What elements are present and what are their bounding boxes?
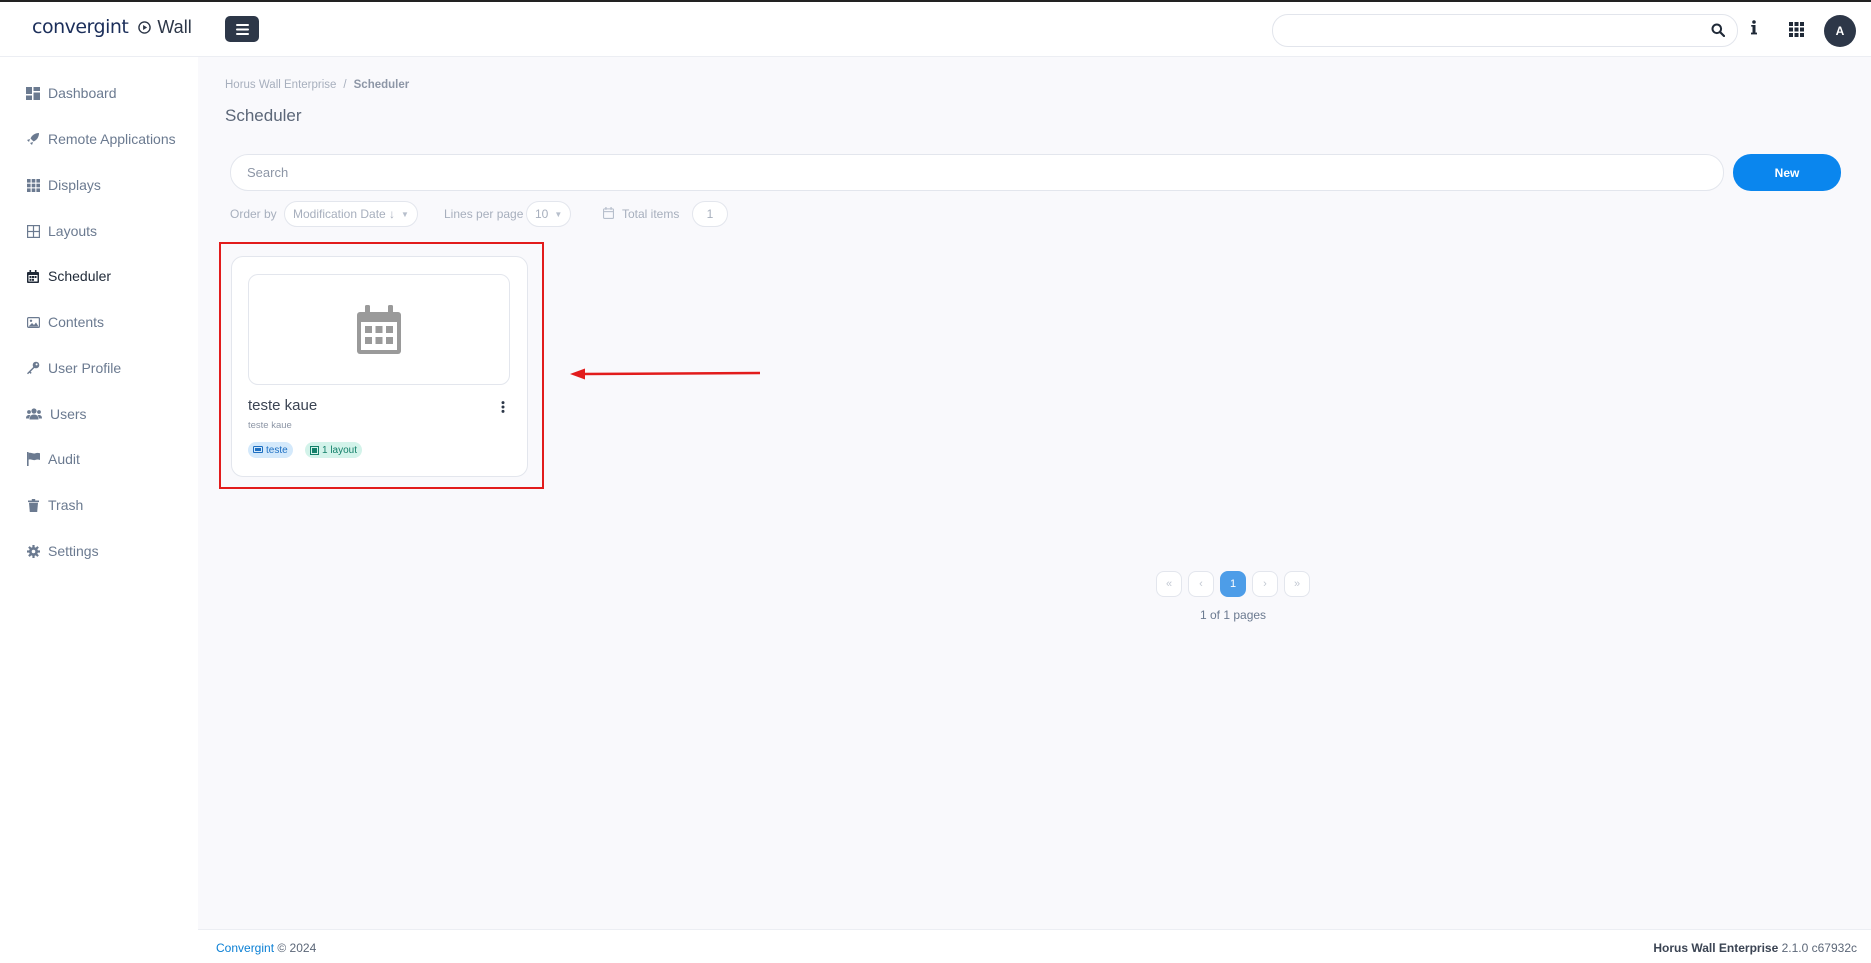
layout-icon — [26, 224, 40, 238]
total-items-value: 1 — [706, 207, 714, 221]
sidebar-item-users[interactable]: Users — [26, 402, 87, 426]
sidebar-item-label: Trash — [48, 497, 84, 513]
search-icon[interactable] — [1711, 23, 1726, 42]
last-page-icon: » — [1293, 578, 1301, 590]
sidebar-item-audit[interactable]: Audit — [26, 447, 80, 471]
sidebar-item-dashboard[interactable]: Dashboard — [26, 81, 117, 105]
order-by-value: Modification Date ↓ — [293, 207, 396, 221]
page-title: Scheduler — [225, 106, 302, 125]
sidebar-item-remote-applications[interactable]: Remote Applications — [26, 127, 176, 151]
first-page-icon: « — [1165, 578, 1173, 590]
sidebar-item-label: Settings — [48, 543, 99, 559]
highlight-box — [219, 242, 544, 489]
sidebar-item-label: User Profile — [48, 360, 122, 376]
new-button[interactable]: New — [1733, 154, 1841, 191]
sidebar-item-scheduler[interactable]: Scheduler — [26, 264, 111, 288]
pagination-summary: 1 of 1 pages — [1200, 608, 1267, 622]
total-items-label: Total items — [622, 207, 680, 221]
sidebar-item-contents[interactable]: Contents — [26, 310, 104, 334]
flag-icon — [26, 452, 40, 466]
breadcrumb-current: Scheduler — [353, 79, 410, 91]
product-name: Horus Wall Enterprise — [1653, 941, 1779, 955]
prev-page-button[interactable]: ‹ — [1188, 571, 1214, 597]
lines-per-page-select[interactable]: 10 ▼ — [526, 201, 572, 227]
sidebar-item-label: Contents — [48, 314, 105, 330]
order-by-label: Order by — [230, 207, 277, 221]
sidebar-item-displays[interactable]: Displays — [26, 173, 101, 197]
calendar-icon — [26, 269, 40, 283]
brand[interactable]: convergint Wall — [32, 16, 192, 38]
sidebar-item-settings[interactable]: Settings — [26, 539, 99, 563]
lines-per-page-label: Lines per page — [444, 207, 524, 221]
global-search[interactable] — [1272, 14, 1738, 47]
hamburger-icon — [235, 23, 249, 35]
avatar-initial: A — [1835, 24, 1845, 38]
rocket-icon — [26, 132, 40, 146]
first-page-button[interactable]: « — [1156, 571, 1182, 597]
order-by-select[interactable]: Modification Date ↓ ▼ — [284, 201, 418, 227]
grid-icon — [26, 178, 40, 192]
sidebar-item-user-profile[interactable]: User Profile — [26, 356, 121, 380]
sidebar-item-label: Scheduler — [48, 268, 112, 284]
company-link[interactable]: Convergint — [216, 941, 274, 955]
sidebar-item-label: Dashboard — [48, 85, 117, 101]
global-search-input[interactable] — [1287, 15, 1707, 46]
dashboard-icon — [26, 86, 40, 100]
chevron-left-icon: ‹ — [1199, 578, 1203, 590]
copyright-text: © 2024 — [277, 941, 317, 955]
sidebar-item-label: Layouts — [48, 223, 98, 239]
search-box[interactable] — [230, 154, 1724, 191]
info-icon[interactable] — [1750, 20, 1758, 41]
trash-icon — [26, 498, 40, 512]
breadcrumb: Horus Wall Enterprise / Scheduler — [225, 79, 409, 91]
image-icon — [26, 315, 40, 329]
top-bar: convergint Wall A — [0, 0, 1871, 57]
footer-copyright: Convergint © 2024 — [216, 941, 316, 955]
footer-version: Horus Wall Enterprise 2.1.0 c67932c — [1653, 941, 1857, 955]
sidebar-item-trash[interactable]: Trash — [26, 493, 83, 517]
brand-logo: convergint — [32, 16, 129, 38]
sidebar-item-layouts[interactable]: Layouts — [26, 219, 97, 243]
key-icon — [26, 361, 40, 375]
sidebar-item-label: Users — [50, 406, 87, 422]
sidebar-item-label: Audit — [48, 451, 80, 467]
last-page-button[interactable]: » — [1284, 571, 1310, 597]
sidebar-item-label: Remote Applications — [48, 131, 176, 147]
sidebar-item-label: Displays — [48, 177, 101, 193]
breadcrumb-root[interactable]: Horus Wall Enterprise — [225, 79, 336, 91]
main-content: Horus Wall Enterprise / Scheduler Schedule… — [198, 57, 1871, 929]
users-icon — [26, 407, 42, 421]
arrow-left-icon — [570, 368, 761, 380]
breadcrumb-separator: / — [343, 79, 347, 91]
search-input[interactable] — [247, 155, 1707, 190]
page-number: 1 — [1229, 578, 1237, 590]
sidebar: Dashboard Remote Applications Displays L… — [0, 57, 198, 963]
app-name: Wall — [157, 16, 192, 37]
footer: Convergint © 2024 Horus Wall Enterprise … — [198, 929, 1871, 963]
play-circle-icon — [138, 20, 152, 34]
version-text: 2.1.0 c67932c — [1781, 941, 1857, 955]
total-items-badge: 1 — [692, 201, 728, 227]
gear-icon — [26, 544, 40, 558]
apps-grid-icon[interactable] — [1789, 22, 1804, 42]
calendar-icon — [603, 207, 615, 222]
caret-down-icon: ▼ — [401, 209, 409, 219]
caret-down-icon: ▼ — [554, 209, 563, 219]
avatar[interactable]: A — [1824, 15, 1856, 47]
menu-toggle-button[interactable] — [225, 16, 259, 42]
next-page-button[interactable]: › — [1252, 571, 1278, 597]
chevron-right-icon: › — [1263, 578, 1267, 590]
page-1-button[interactable]: 1 — [1220, 571, 1246, 597]
lines-per-page-value: 10 — [535, 207, 549, 221]
